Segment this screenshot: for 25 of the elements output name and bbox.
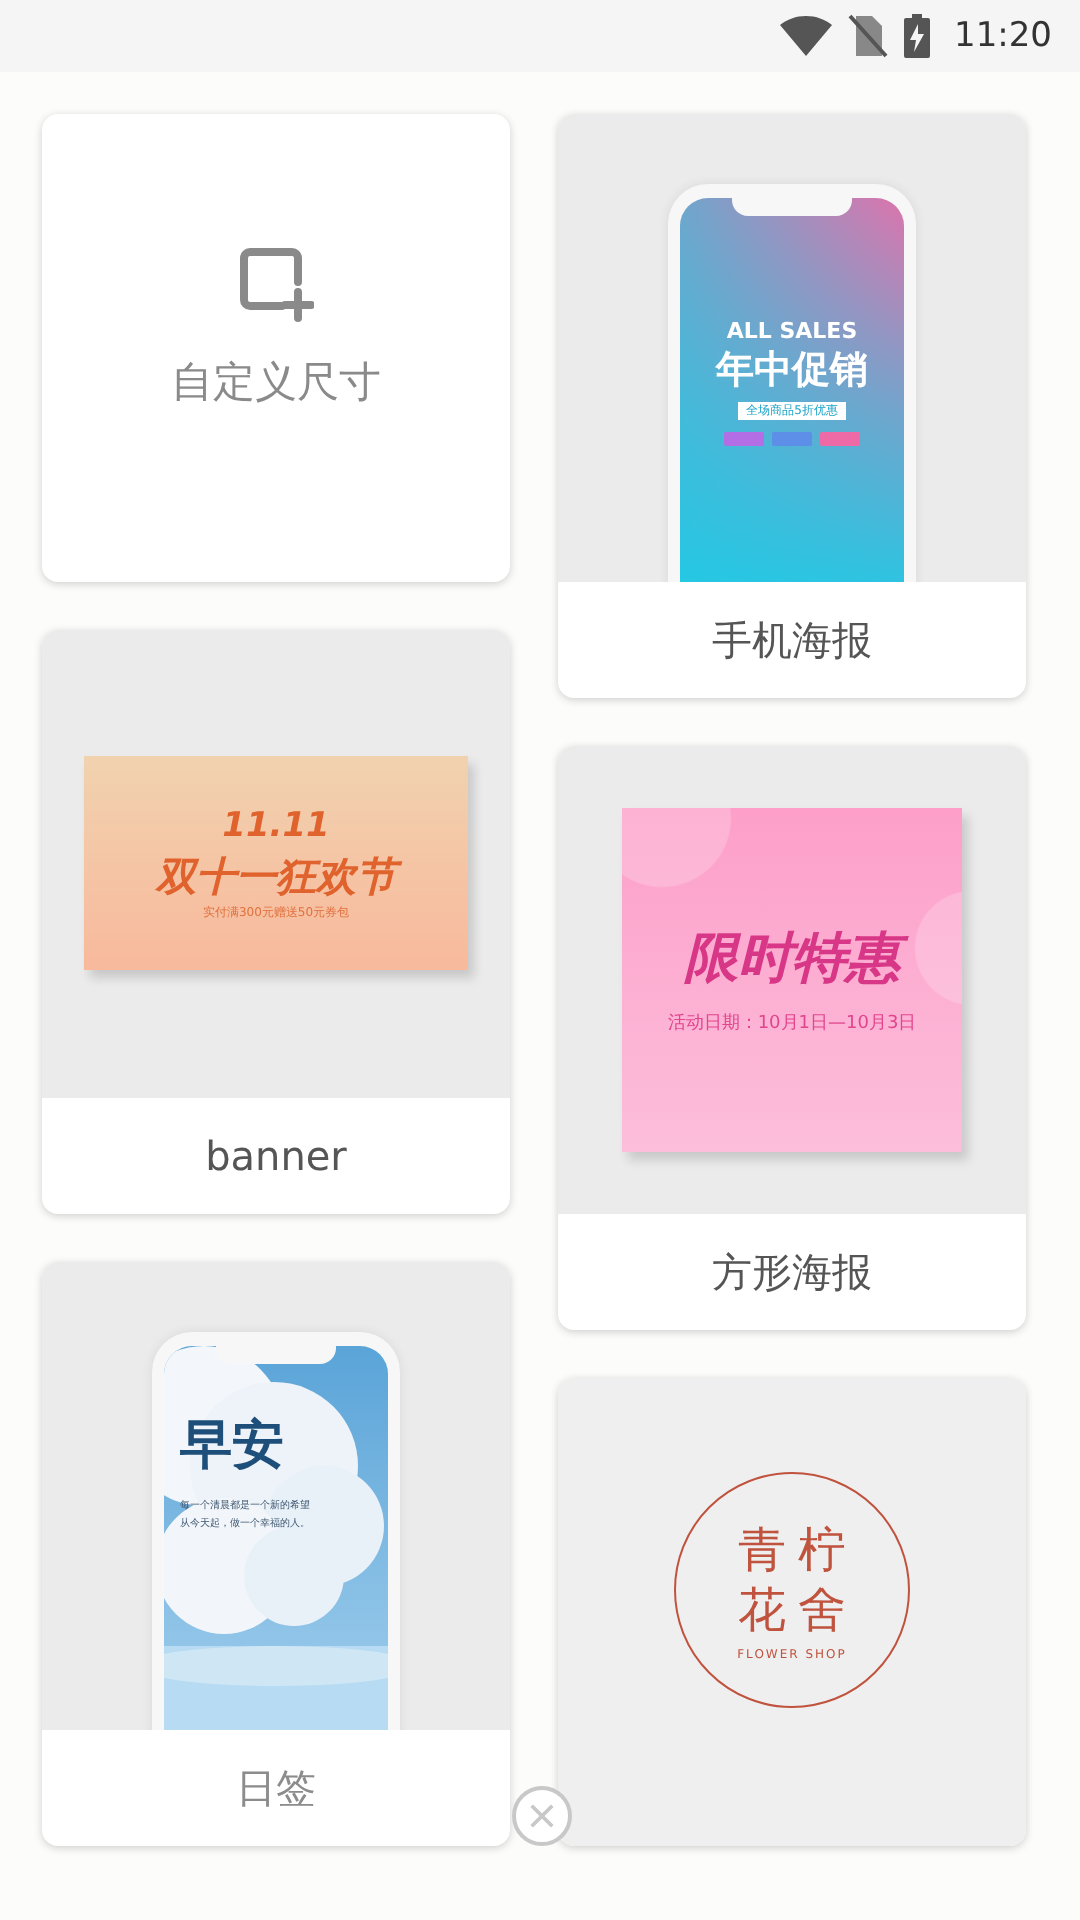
phone-notch bbox=[732, 198, 852, 216]
logo-title: 青柠 bbox=[736, 1519, 858, 1579]
wifi-icon bbox=[780, 16, 832, 56]
battery-charging-icon bbox=[904, 14, 930, 58]
sign-title: 早安 bbox=[180, 1414, 284, 1480]
add-frame-icon bbox=[238, 246, 314, 322]
poster-title: 限时特惠 bbox=[676, 923, 908, 995]
no-sim-icon bbox=[848, 14, 888, 58]
poster-title: 年中促销 bbox=[716, 346, 868, 396]
phone-notch bbox=[216, 1346, 336, 1364]
banner-title: 双十一狂欢节 bbox=[148, 850, 404, 903]
poster-date: 活动日期：10月1日—10月3日 bbox=[667, 1011, 917, 1037]
banner-headline: 11.11 bbox=[220, 803, 332, 849]
status-time: 11:20 bbox=[954, 16, 1052, 56]
logo-title: 花舍 bbox=[736, 1579, 858, 1639]
close-button[interactable] bbox=[512, 1786, 572, 1846]
template-card[interactable]: 限时特惠 活动日期：10月1日—10月3日 方形海报 bbox=[558, 746, 1026, 1330]
card-label: 手机海报 bbox=[712, 613, 872, 667]
card-label: banner bbox=[205, 1132, 347, 1180]
close-icon bbox=[530, 1804, 554, 1828]
card-label: 自定义尺寸 bbox=[171, 356, 381, 410]
coupons-drawing bbox=[724, 431, 860, 446]
card-label: 日签 bbox=[236, 1761, 316, 1815]
poster-headline: ALL SALES bbox=[726, 318, 858, 347]
card-label: 方形海报 bbox=[712, 1245, 872, 1299]
